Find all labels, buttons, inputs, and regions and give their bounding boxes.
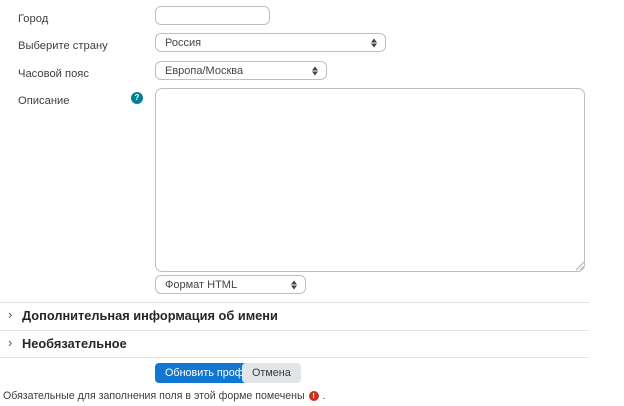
required-fields-note: Обязательные для заполнения поля в этой …: [3, 390, 326, 402]
required-fields-suffix: .: [323, 390, 326, 402]
format-select[interactable]: Формат HTML: [155, 275, 306, 294]
section-optional[interactable]: › Необязательное: [0, 331, 589, 357]
chevron-right-icon: ›: [8, 335, 12, 350]
description-label: Описание: [18, 95, 69, 108]
section-additional-name-info[interactable]: › Дополнительная информация об имени: [0, 303, 589, 329]
description-textarea[interactable]: [155, 88, 585, 272]
country-label: Выберите страну: [18, 40, 108, 53]
timezone-label: Часовой пояс: [18, 68, 89, 81]
select-arrows-icon: [312, 66, 318, 75]
section-title: Необязательное: [22, 336, 127, 351]
city-label: Город: [18, 13, 48, 26]
required-icon: !: [309, 391, 319, 401]
required-fields-text: Обязательные для заполнения поля в этой …: [3, 390, 305, 402]
profile-edit-form: Город Выберите страну Россия Часовой поя…: [0, 0, 624, 406]
help-icon[interactable]: ?: [131, 92, 143, 104]
select-arrows-icon: [291, 280, 297, 289]
city-input[interactable]: [155, 6, 270, 25]
section-title: Дополнительная информация об имени: [22, 308, 278, 323]
country-select[interactable]: Россия: [155, 33, 386, 52]
cancel-button[interactable]: Отмена: [242, 363, 301, 383]
format-select-value: Формат HTML: [165, 279, 237, 291]
select-arrows-icon: [371, 38, 377, 47]
chevron-right-icon: ›: [8, 307, 12, 322]
country-select-value: Россия: [165, 37, 201, 49]
timezone-select-value: Европа/Москва: [165, 65, 243, 77]
timezone-select[interactable]: Европа/Москва: [155, 61, 327, 80]
divider: [0, 357, 589, 358]
